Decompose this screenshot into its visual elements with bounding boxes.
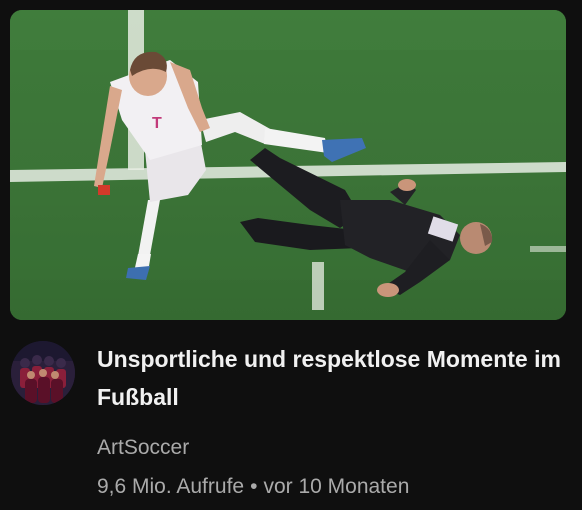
channel-avatar[interactable]: [11, 341, 75, 405]
video-meta: Unsportliche und respektlose Momente im …: [97, 340, 567, 500]
channel-name[interactable]: ArtSoccer: [97, 435, 189, 461]
view-count: 9,6 Mio. Aufrufe: [97, 475, 245, 498]
video-title[interactable]: Unsportliche und respektlose Momente im …: [97, 340, 567, 416]
video-thumbnail[interactable]: T: [10, 10, 566, 320]
thumbnail-image: T: [10, 10, 566, 320]
video-stats: 9,6 Mio. Aufrufe • vor 10 Monaten: [97, 474, 567, 500]
channel-avatar-image: [11, 341, 75, 405]
upload-age: vor 10 Monaten: [263, 475, 410, 498]
separator-dot: •: [250, 475, 258, 498]
shirt-logo: T: [152, 115, 162, 132]
video-card[interactable]: T Unsportliche und respektlose Momente i…: [0, 0, 582, 510]
